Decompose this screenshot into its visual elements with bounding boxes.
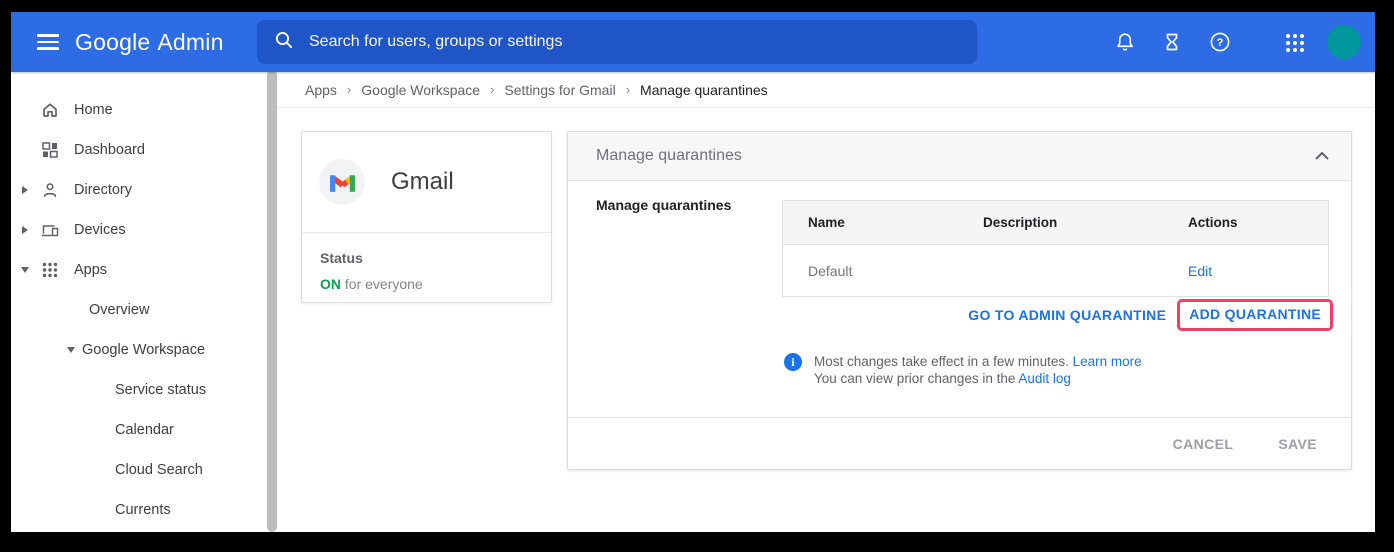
info-icon: i (784, 353, 802, 371)
edit-link[interactable]: Edit (1188, 263, 1212, 279)
setting-row-label: Manage quarantines (596, 197, 731, 213)
dashboard-icon (41, 141, 59, 159)
go-to-admin-quarantine-button[interactable]: GO TO ADMIN QUARANTINE (968, 307, 1166, 323)
sidebar-item-currents[interactable]: Currents (11, 490, 267, 530)
gmail-app-card: Gmail Status ON for everyone (301, 131, 552, 303)
sidebar-item-label: Google Workspace (82, 342, 205, 358)
sidebar-item-service-status[interactable]: Service status (11, 370, 267, 410)
column-header-description: Description (958, 215, 1163, 230)
sidebar-item-label: Devices (74, 222, 126, 238)
sidebar-item-label: Home (74, 102, 113, 118)
chevron-down-icon[interactable] (64, 347, 78, 353)
sidebar-item-dashboard[interactable]: Dashboard (11, 130, 267, 170)
breadcrumb-apps[interactable]: Apps (305, 82, 337, 98)
person-icon (41, 181, 59, 199)
admin-console-window: Google Admin ? Home (11, 12, 1375, 532)
sidebar-item-devices[interactable]: Devices (11, 210, 267, 250)
breadcrumb-current: Manage quarantines (640, 82, 768, 98)
breadcrumb-separator: › (626, 82, 630, 97)
sidebar-item-cloud-search[interactable]: Cloud Search (11, 450, 267, 490)
search-input[interactable] (309, 33, 909, 51)
save-button[interactable]: SAVE (1278, 436, 1317, 452)
hamburger-menu-icon[interactable] (37, 31, 61, 53)
breadcrumb-settings-for-gmail[interactable]: Settings for Gmail (504, 82, 615, 98)
hourglass-tasks-icon[interactable] (1161, 31, 1183, 53)
chevron-down-icon[interactable] (18, 267, 32, 273)
column-header-name: Name (783, 215, 958, 230)
sidebar-item-label: Calendar (115, 422, 174, 438)
chevron-right-icon[interactable] (18, 186, 32, 194)
help-icon[interactable]: ? (1209, 31, 1231, 53)
column-header-actions: Actions (1163, 215, 1328, 230)
sidebar-item-calendar[interactable]: Calendar (11, 410, 267, 450)
breadcrumb-google-workspace[interactable]: Google Workspace (361, 82, 480, 98)
cancel-button[interactable]: CANCEL (1173, 436, 1234, 452)
sidebar-item-label: Apps (74, 262, 107, 278)
sidebar-item-label: Directory (74, 182, 132, 198)
chevron-right-icon[interactable] (18, 226, 32, 234)
info-line2: You can view prior changes in the (814, 371, 1018, 386)
brand-admin: Admin (157, 29, 223, 56)
account-avatar[interactable] (1327, 25, 1361, 59)
apps-grid-gray-icon (41, 261, 59, 279)
cell-name: Default (783, 263, 958, 279)
brand-google: Google (75, 29, 150, 56)
chevron-up-icon[interactable] (1315, 152, 1329, 160)
sidebar-item-label: Dashboard (74, 142, 145, 158)
sidebar-item-home[interactable]: Home (11, 90, 267, 130)
annotation-highlight-box: ADD QUARANTINE (1177, 299, 1333, 331)
status-label: Status (320, 250, 551, 266)
gmail-card-header: Gmail (302, 132, 551, 233)
breadcrumb: Apps › Google Workspace › Settings for G… (277, 72, 1375, 108)
info-line1: Most changes take effect in a few minute… (814, 354, 1073, 369)
breadcrumb-separator: › (347, 82, 351, 97)
notifications-bell-icon[interactable] (1114, 31, 1136, 53)
table-header-row: Name Description Actions (783, 201, 1328, 245)
sidebar-nav: Home Dashboard Directory Devices (11, 72, 267, 532)
breadcrumb-separator: › (490, 82, 494, 97)
sidebar-item-overview[interactable]: Overview (11, 290, 267, 330)
panel-body: Manage quarantines Name Description Acti… (568, 181, 1351, 417)
sidebar-item-label: Cloud Search (115, 462, 203, 478)
search-bar[interactable] (257, 20, 977, 64)
gmail-logo-icon (319, 159, 365, 205)
add-quarantine-button[interactable]: ADD QUARANTINE (1189, 306, 1321, 322)
svg-text:?: ? (1217, 37, 1224, 49)
devices-icon (41, 221, 59, 239)
panel-title: Manage quarantines (596, 147, 1315, 165)
sidebar-scrollbar[interactable] (267, 70, 277, 532)
apps-grid-icon[interactable] (1284, 32, 1306, 54)
quarantines-table: Name Description Actions Default Edit (782, 200, 1329, 297)
sidebar-item-apps[interactable]: Apps (11, 250, 267, 290)
panel-footer: CANCEL SAVE (568, 417, 1351, 469)
info-note: i Most changes take effect in a few minu… (784, 353, 1142, 387)
sidebar-item-label: Service status (115, 382, 206, 398)
status-value: ON for everyone (320, 276, 551, 292)
app-status-section: Status ON for everyone (302, 233, 551, 292)
sidebar-item-google-workspace[interactable]: Google Workspace (11, 330, 267, 370)
home-icon (41, 101, 59, 119)
manage-quarantines-panel: Manage quarantines Manage quarantines Na… (567, 131, 1352, 470)
panel-action-links: GO TO ADMIN QUARANTINE ADD QUARANTINE (968, 298, 1333, 332)
status-on-badge: ON (320, 276, 341, 292)
sidebar-item-directory[interactable]: Directory (11, 170, 267, 210)
learn-more-link[interactable]: Learn more (1073, 354, 1142, 369)
sidebar-item-label: Currents (115, 502, 171, 518)
app-title: Gmail (391, 168, 454, 196)
audit-log-link[interactable]: Audit log (1018, 371, 1071, 386)
panel-header[interactable]: Manage quarantines (568, 132, 1351, 181)
status-suffix: for everyone (341, 276, 423, 292)
info-text: Most changes take effect in a few minute… (814, 353, 1142, 387)
sidebar-item-label: Overview (89, 302, 149, 318)
top-app-bar: Google Admin ? (11, 12, 1375, 72)
table-row: Default Edit (783, 245, 1328, 296)
app-logo: Google Admin (75, 12, 224, 72)
search-icon (274, 30, 294, 55)
